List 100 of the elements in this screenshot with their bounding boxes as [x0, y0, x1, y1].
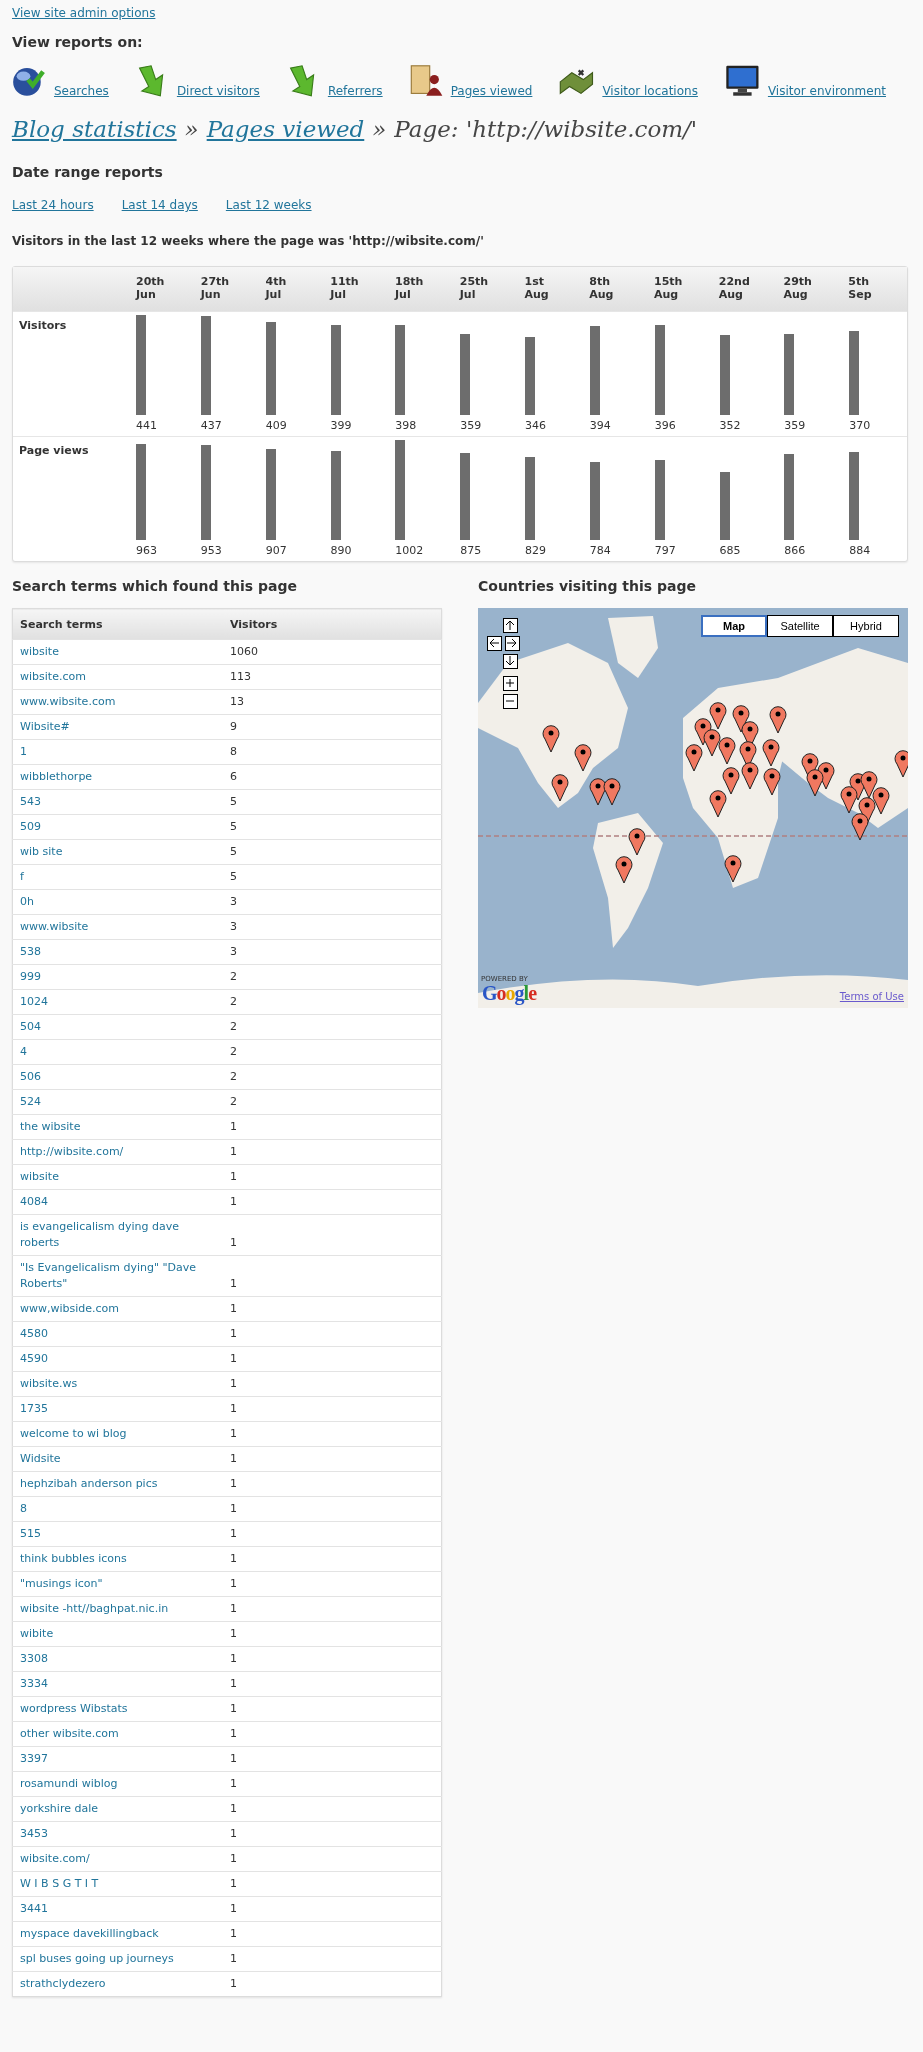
search-term-link[interactable]: 4	[20, 1044, 216, 1060]
map-type-button[interactable]: Map	[701, 615, 767, 637]
search-term-link[interactable]: other wibsite.com	[20, 1726, 216, 1742]
search-term-link[interactable]: "musings icon"	[20, 1576, 216, 1592]
search-term-link[interactable]: yorkshire dale	[20, 1801, 216, 1817]
search-term-link[interactable]: wordpress Wibstats	[20, 1701, 216, 1717]
map-type-button[interactable]: Satellite	[767, 615, 833, 637]
table-cell: 409	[265, 419, 287, 432]
search-term-link[interactable]: www.wibsite	[20, 919, 216, 935]
search-term-link[interactable]: 3397	[20, 1751, 216, 1767]
search-term-link[interactable]: 3334	[20, 1676, 216, 1692]
search-term-link[interactable]: Wibsite#	[20, 719, 216, 735]
search-term-link[interactable]: 4580	[20, 1326, 216, 1342]
table-cell: 1	[223, 1396, 442, 1422]
search-term-link[interactable]: wibsite -htt//baghpat.nic.in	[20, 1601, 216, 1617]
report-link[interactable]: Visitor locations	[558, 68, 698, 98]
search-term-link[interactable]: Widsite	[20, 1451, 216, 1467]
table-cell: 797	[654, 544, 676, 557]
search-term-link[interactable]: 1	[20, 744, 216, 760]
search-term-link[interactable]: 3308	[20, 1651, 216, 1667]
search-term-link[interactable]: 1735	[20, 1401, 216, 1417]
search-term-link[interactable]: 504	[20, 1019, 216, 1035]
search-term-link[interactable]: 506	[20, 1069, 216, 1085]
search-term-link[interactable]: www,wibside.com	[20, 1301, 216, 1317]
table-cell: 963	[136, 544, 157, 557]
report-link[interactable]: Searches	[12, 68, 109, 98]
search-term-link[interactable]: wibsite.ws	[20, 1376, 216, 1392]
search-term-link[interactable]: 0h	[20, 894, 216, 910]
table-cell: 1	[223, 1746, 442, 1772]
search-term-link[interactable]: 8	[20, 1501, 216, 1517]
section-heading: Search terms which found this page	[12, 578, 298, 594]
search-term-link[interactable]: welcome to wi blog	[20, 1426, 216, 1442]
pan-down-icon[interactable]	[503, 654, 518, 669]
breadcrumb-separator: »	[184, 116, 199, 142]
search-term-link[interactable]: 509	[20, 819, 216, 835]
table-cell: 1	[223, 1189, 442, 1215]
table-cell: 1	[223, 1496, 442, 1522]
table-cell: 399	[330, 419, 352, 432]
table-cell: 8	[223, 739, 442, 765]
report-link[interactable]: Pages viewed	[408, 68, 533, 98]
pan-up-icon[interactable]	[503, 618, 518, 633]
search-term-link[interactable]: wib site	[20, 844, 216, 860]
table-cell: 5	[223, 839, 442, 865]
date-range-link[interactable]: Last 14 days	[121, 198, 198, 212]
breadcrumb-link[interactable]: Blog statistics	[12, 116, 177, 142]
map-type-button[interactable]: Hybrid	[833, 615, 899, 637]
search-term-link[interactable]: wibsite	[20, 1169, 216, 1185]
map-pin-icon	[709, 701, 727, 730]
search-term-link[interactable]: 543	[20, 794, 216, 810]
search-term-link[interactable]: "Is Evangelicalism dying" "Dave Roberts"	[20, 1260, 216, 1292]
search-term-link[interactable]: 4084	[20, 1194, 216, 1210]
table-cell: 5	[223, 864, 442, 890]
search-term-link[interactable]: f	[20, 869, 216, 885]
date-range-link[interactable]: Last 24 hours	[12, 198, 94, 212]
column-header: 11th Jul	[328, 275, 359, 303]
table-cell: 1	[223, 1371, 442, 1397]
search-term-link[interactable]: the wibsite	[20, 1119, 216, 1135]
search-term-link[interactable]: 999	[20, 969, 216, 985]
search-term-link[interactable]: hephzibah anderson pics	[20, 1476, 216, 1492]
search-term-link[interactable]: W I B S G T I T	[20, 1876, 216, 1892]
table-cell: 1	[223, 1546, 442, 1572]
zoom-in-icon[interactable]	[503, 676, 518, 691]
table-cell: 1	[223, 1164, 442, 1190]
breadcrumb-link[interactable]: Pages viewed	[206, 116, 365, 142]
zoom-out-icon[interactable]	[503, 694, 518, 709]
search-term-link[interactable]: 3453	[20, 1826, 216, 1842]
search-term-link[interactable]: www.wibsite.com	[20, 694, 216, 710]
search-term-link[interactable]: rosamundi wiblog	[20, 1776, 216, 1792]
search-term-link[interactable]: wibsite	[20, 644, 216, 660]
search-term-link[interactable]: 1024	[20, 994, 216, 1010]
search-term-link[interactable]: myspace davekillingback	[20, 1926, 216, 1942]
terms-link[interactable]: Terms of Use	[839, 991, 904, 1002]
search-term-link[interactable]: wibsite.com	[20, 669, 216, 685]
report-link[interactable]: Visitor environment	[723, 68, 886, 98]
search-term-link[interactable]: strathclydezero	[20, 1976, 216, 1992]
search-term-link[interactable]: 524	[20, 1094, 216, 1110]
search-term-link[interactable]: is evangelicalism dying dave roberts	[20, 1219, 216, 1251]
pan-right-icon[interactable]	[505, 636, 520, 651]
search-term-link[interactable]: wibblethorpe	[20, 769, 216, 785]
search-term-link[interactable]: think bubbles icons	[20, 1551, 216, 1567]
search-term-link[interactable]: spl buses going up journeys	[20, 1951, 216, 1967]
search-term-link[interactable]: wibite	[20, 1626, 216, 1642]
admin-link[interactable]: View site admin options	[12, 6, 156, 20]
search-term-link[interactable]: 515	[20, 1526, 216, 1542]
table-cell: 1060	[223, 639, 442, 665]
search-term-link[interactable]: 538	[20, 944, 216, 960]
search-term-link[interactable]: wibsite.com/	[20, 1851, 216, 1867]
report-link[interactable]: Referrers	[285, 68, 383, 98]
search-term-link[interactable]: 4590	[20, 1351, 216, 1367]
search-term-link[interactable]: http://wibsite.com/	[20, 1144, 216, 1160]
pan-left-icon[interactable]	[487, 636, 502, 651]
search-term-link[interactable]: 3441	[20, 1901, 216, 1917]
table-cell: 1	[223, 1846, 442, 1872]
table-cell: 2	[223, 1089, 442, 1115]
date-range-link[interactable]: Last 12 weeks	[225, 198, 312, 212]
table-cell: 907	[265, 544, 287, 557]
table-cell: 884	[849, 544, 871, 557]
report-link[interactable]: Direct visitors	[134, 68, 260, 98]
table-cell: 829	[525, 544, 546, 557]
table-cell: 2	[223, 1039, 442, 1065]
